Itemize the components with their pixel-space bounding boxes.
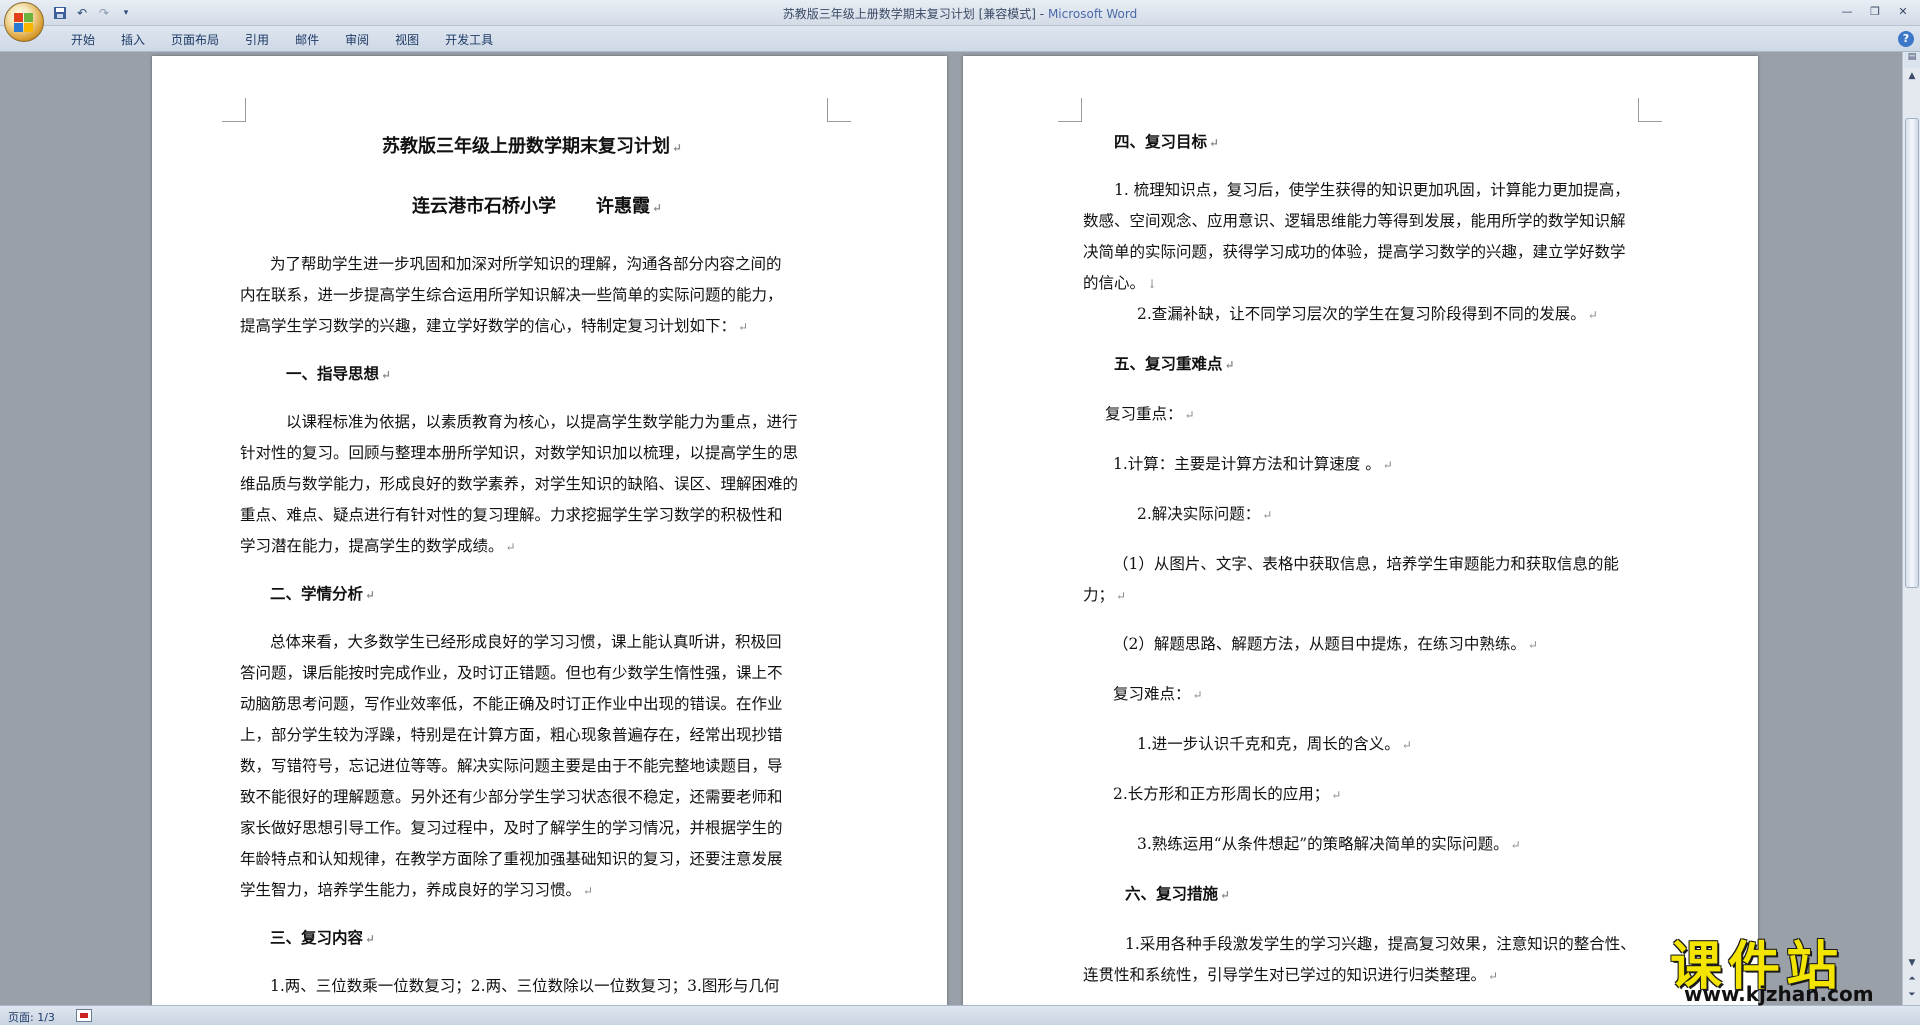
tab-insert[interactable]: 插入 xyxy=(108,31,158,49)
body-line: 1.采用各种手段激发学生的学习兴趣，提高复习效果，注意知识的整合性、 xyxy=(1125,935,1636,953)
document-author: 连云港市石桥小学 许惠霞 ↵ xyxy=(412,196,663,217)
tab-home[interactable]: 开始 xyxy=(58,31,108,49)
section-heading: 六、复习措施 ↵ xyxy=(1125,884,1231,903)
document-title: 苏教版三年级上册数学期末复习计划 ↵ xyxy=(382,136,683,157)
body-line: 连贯性和系统性，引导学生对已学过的知识进行归类整理。 ↵ xyxy=(1083,966,1499,984)
body-line: 1.进一步认识千克和克，周长的含义。 ↵ xyxy=(1137,735,1412,753)
body-line: 学习潜在能力，提高学生的数学成绩。 ↵ xyxy=(240,537,516,555)
body-line: （1）从图片、文字、表格中获取信息，培养学生审题能力和获取信息的能 xyxy=(1113,555,1619,573)
tab-review[interactable]: 审阅 xyxy=(332,31,382,49)
body-line: 复习难点： ↵ xyxy=(1113,685,1203,703)
close-icon[interactable]: ✕ xyxy=(1890,2,1916,20)
scrollbar-thumb[interactable] xyxy=(1905,118,1919,588)
body-line: 总体来看，大多数学生已经形成良好的学习习惯，课上能认真听讲，积极回 xyxy=(270,633,782,651)
tab-references[interactable]: 引用 xyxy=(232,31,282,49)
document-page-2: 四、复习目标 ↵ 1. 梳理知识点，复习后，使学生获得的知识更加巩固，计算能力更加… xyxy=(963,56,1758,1005)
intro-line: 内在联系，进一步提高学生综合运用所学知识解决一些简单的实际问题的能力， xyxy=(240,286,783,304)
window-controls: — ❐ ✕ xyxy=(1834,2,1916,20)
body-line: （2）解题思路、解题方法，从题目中提炼，在练习中熟练。 ↵ xyxy=(1113,635,1538,653)
section-heading: 三、复习内容 ↵ xyxy=(270,928,376,947)
body-line: 答问题，课后能按时完成作业，及时订正错题。但也有少数学生惰性强，课上不 xyxy=(240,664,783,682)
scroll-up-icon[interactable]: ▲ xyxy=(1904,68,1920,84)
body-line: 复习重点： ↵ xyxy=(1105,405,1195,423)
watermark-url: www.kjzhan.com xyxy=(1684,982,1874,1006)
section-heading: 四、复习目标 ↵ xyxy=(1114,132,1220,151)
body-line: 力； ↵ xyxy=(1083,586,1127,604)
page-count[interactable]: 页面: 1/3 xyxy=(8,1009,55,1025)
tab-developer[interactable]: 开发工具 xyxy=(432,31,506,49)
help-icon[interactable]: ? xyxy=(1898,31,1914,47)
body-line: 家长做好思想引导工作。复习过程中，及时了解学生的学习情况，并根据学生的 xyxy=(240,819,783,837)
body-line: 上，部分学生较为浮躁，特别是在计算方面，粗心现象普遍存在，经常出现抄错 xyxy=(240,726,783,744)
crop-mark xyxy=(827,98,851,122)
body-line: 数，写错符号，忘记进位等等。解决实际问题主要是由于不能完整地读题目，导 xyxy=(240,757,783,775)
body-line: 1.两、三位数乘一位数复习；2.两、三位数除以一位数复习；3.图形与几何 xyxy=(270,977,780,995)
title-bar: ↶ ↷ ▾ 苏教版三年级上册数学期末复习计划 [兼容模式] - Microsof… xyxy=(0,0,1920,42)
crop-mark xyxy=(222,98,246,122)
body-line: 动脑筋思考问题，写作业效率低，不能正确及时订正作业中出现的错误。在作业 xyxy=(240,695,783,713)
body-line: 2.解决实际问题： ↵ xyxy=(1137,505,1273,523)
previous-page-icon[interactable]: ⏶ xyxy=(1904,971,1920,987)
crop-mark xyxy=(1638,98,1662,122)
intro-line: 为了帮助学生进一步巩固和加深对所学知识的理解，沟通各部分内容之间的 xyxy=(270,255,782,273)
vertical-scrollbar[interactable]: ▤ ▲ ▼ ⏶ ⏷ xyxy=(1902,52,1920,1005)
body-line: 重点、难点、疑点进行有针对性的复习理解。力求挖掘学生学习数学的积极性和 xyxy=(240,506,783,524)
body-line: 致不能很好的理解题意。另外还有少部分学生学习状态很不稳定，还需要老师和 xyxy=(240,788,783,806)
office-logo-icon xyxy=(14,13,34,33)
tab-page-layout[interactable]: 页面布局 xyxy=(158,31,232,49)
body-line: 针对性的复习。回顾与整理本册所学知识，对数学知识加以梳理，以提高学生的思 xyxy=(240,444,799,462)
document-page-1: 苏教版三年级上册数学期末复习计划 ↵ 连云港市石桥小学 许惠霞 ↵ 为了帮助学生进一步… xyxy=(152,56,947,1005)
body-line: 决简单的实际问题，获得学习成功的体验，提高学习数学的兴趣，建立学好数学 xyxy=(1083,243,1626,261)
body-line: 学生智力，培养学生能力，养成良好的学习习惯。 ↵ xyxy=(240,881,594,899)
status-bar: 页面: 1/3 xyxy=(0,1005,1920,1025)
proofing-status-icon[interactable] xyxy=(76,1009,92,1022)
tab-view[interactable]: 视图 xyxy=(382,31,432,49)
ribbon-tab-bar: 开始 插入 页面布局 引用 邮件 审阅 视图 开发工具 ? xyxy=(0,26,1920,52)
document-workspace: 苏教版三年级上册数学期末复习计划 ↵ 连云港市石桥小学 许惠霞 ↵ 为了帮助学生进一步… xyxy=(0,52,1902,1005)
next-page-icon[interactable]: ⏷ xyxy=(1904,987,1920,1003)
ruler-toggle-icon[interactable]: ▤ xyxy=(1904,52,1920,68)
watermark-logo: 课件站 www.kjzhan.com xyxy=(1664,924,1904,1006)
body-line: 年龄特点和认知规律，在教学方面除了重视加强基础知识的复习，还要注意发展 xyxy=(240,850,783,868)
scroll-down-icon[interactable]: ▼ xyxy=(1904,955,1920,971)
section-heading: 一、指导思想 ↵ xyxy=(286,364,392,383)
intro-line: 提高学生学习数学的兴趣，建立学好数学的信心，特制定复习计划如下： ↵ xyxy=(240,317,749,335)
tab-mailings[interactable]: 邮件 xyxy=(282,31,332,49)
body-line: 3.熟练运用“从条件想起”的策略解决简单的实际问题。 ↵ xyxy=(1137,835,1521,853)
section-heading: 二、学情分析 ↵ xyxy=(270,584,376,603)
body-line: 2.查漏补缺，让不同学习层次的学生在复习阶段得到不同的发展。 ↵ xyxy=(1137,305,1598,323)
restore-icon[interactable]: ❐ xyxy=(1862,2,1888,20)
minimize-icon[interactable]: — xyxy=(1834,2,1860,20)
body-line: 维品质与数学能力，形成良好的数学素养，对学生知识的缺陷、误区、理解困难的 xyxy=(240,475,799,493)
body-line: 的信心。 ↓ xyxy=(1083,274,1158,292)
body-line: 2.长方形和正方形周长的应用； ↵ xyxy=(1113,785,1342,803)
section-heading: 五、复习重难点 ↵ xyxy=(1114,354,1235,373)
body-line: 数感、空间观念、应用意识、逻辑思维能力等得到发展，能用所学的数学知识解 xyxy=(1083,212,1626,230)
crop-mark xyxy=(1058,98,1082,122)
body-line: 以课程标准为依据，以素质教育为核心，以提高学生数学能力为重点，进行 xyxy=(286,413,798,431)
office-button[interactable] xyxy=(4,2,44,42)
body-line: 1. 梳理知识点，复习后，使学生获得的知识更加巩固，计算能力更加提高， xyxy=(1114,181,1630,199)
window-title: 苏教版三年级上册数学期末复习计划 [兼容模式] - Microsoft Word xyxy=(782,7,1138,21)
body-line: 1.计算：主要是计算方法和计算速度 。 ↵ xyxy=(1113,455,1393,473)
